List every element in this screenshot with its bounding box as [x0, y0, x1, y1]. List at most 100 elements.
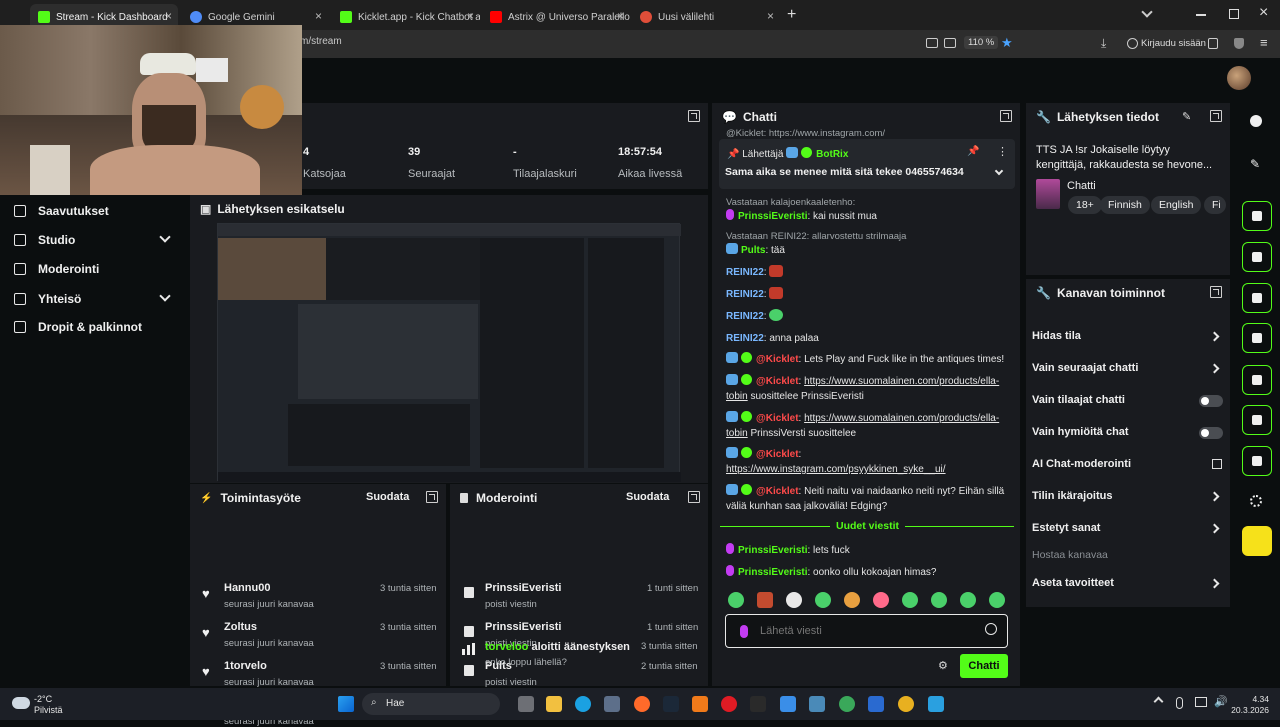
pinned-message[interactable]: 📌 Lähettäjä BotRix Sama aika se menee mi… — [719, 139, 1015, 189]
browser-tab[interactable]: Astrix @ Universo Paralello 2019 × — [482, 4, 630, 30]
paint-icon[interactable] — [780, 696, 796, 712]
unpin-icon[interactable]: 📌 — [967, 146, 979, 157]
rail-button-camera[interactable] — [1242, 201, 1272, 231]
network-icon[interactable] — [1195, 697, 1207, 707]
emote-icon[interactable] — [989, 592, 1005, 608]
emote-icon[interactable] — [873, 592, 889, 608]
chat-username[interactable]: PrinssiEveristi — [738, 545, 807, 556]
mic-icon[interactable] — [1176, 697, 1183, 709]
obs-icon[interactable] — [809, 696, 825, 712]
emote-icon[interactable] — [786, 592, 802, 608]
channel-action-item[interactable]: Hidas tila — [1032, 330, 1081, 342]
clock-time[interactable]: 4.34 — [1225, 694, 1269, 704]
emote-icon[interactable] — [902, 592, 918, 608]
chat-settings-icon[interactable]: ⚙ — [938, 659, 948, 672]
signin-button[interactable]: Kirjaudu sisään — [1141, 38, 1206, 49]
notepad-icon[interactable] — [928, 696, 944, 712]
rail-button-stack[interactable] — [1242, 405, 1272, 435]
nav-item-community[interactable]: Yhteisö — [14, 292, 81, 306]
screenshot-icon[interactable] — [926, 38, 938, 48]
app-icon[interactable] — [868, 696, 884, 712]
chat-username[interactable]: @Kicklet — [756, 376, 799, 387]
chat-input[interactable] — [760, 622, 975, 640]
external-link-icon[interactable] — [1212, 459, 1222, 469]
toggle-switch[interactable] — [1199, 427, 1223, 439]
tag-pill[interactable]: 18+ — [1068, 196, 1102, 214]
browser-tab[interactable]: Uusi välilehti × — [632, 4, 780, 30]
rail-button-broadcast[interactable] — [1242, 365, 1272, 395]
tag-pill[interactable]: Finnish — [1100, 196, 1150, 214]
channel-action-item[interactable]: Aseta tavoitteet — [1032, 577, 1114, 589]
emote-icon[interactable] — [757, 592, 773, 608]
poll-user[interactable]: torveloo — [485, 641, 528, 653]
activity-username[interactable]: Hannu00 — [224, 582, 270, 594]
close-icon[interactable]: × — [467, 9, 474, 23]
close-window-icon[interactable]: × — [1259, 4, 1268, 22]
firefox-icon[interactable] — [634, 696, 650, 712]
chat-username[interactable]: Pults — [741, 245, 765, 256]
chat-username[interactable]: REINI22 — [726, 333, 764, 344]
zoom-level[interactable]: 110 % — [964, 36, 999, 49]
activity-filter-button[interactable]: Suodata — [366, 491, 409, 503]
opera-icon[interactable] — [721, 696, 737, 712]
maximize-icon[interactable] — [1229, 9, 1239, 19]
steam-icon[interactable] — [663, 696, 679, 712]
browser-tab[interactable]: Kicklet.app - Kick Chatbot and ( × — [332, 4, 480, 30]
app-icon[interactable] — [839, 696, 855, 712]
moderation-username[interactable]: PrinssiEveristi — [485, 582, 561, 594]
shield-icon[interactable] — [1234, 38, 1244, 49]
menu-icon[interactable]: ≡ — [1260, 35, 1268, 50]
channel-action-item[interactable]: Estetyt sanat — [1032, 522, 1100, 534]
nav-item-drops[interactable]: Dropit & palkinnot — [14, 320, 142, 334]
nav-item-moderation[interactable]: Moderointi — [14, 262, 99, 276]
store-icon[interactable] — [604, 696, 620, 712]
channel-action-item[interactable]: Vain hymiöitä chat — [1032, 426, 1129, 438]
expand-icon[interactable] — [1210, 110, 1222, 122]
moderation-filter-button[interactable]: Suodata — [626, 491, 669, 503]
close-icon[interactable]: × — [315, 9, 322, 23]
edge-icon[interactable] — [575, 696, 591, 712]
activity-username[interactable]: 1torvelo — [224, 660, 267, 672]
channel-action-item[interactable]: Vain tilaajat chatti — [1032, 394, 1125, 406]
chat-username[interactable]: REINI22 — [726, 311, 764, 322]
channel-action-item[interactable]: AI Chat-moderointi — [1032, 458, 1131, 470]
close-icon[interactable]: × — [165, 9, 172, 23]
minimize-icon[interactable] — [1196, 14, 1206, 16]
chevron-down-icon[interactable] — [159, 290, 171, 302]
channel-action-item[interactable]: Tilin ikärajoitus — [1032, 490, 1113, 502]
more-icon[interactable]: ⋮ — [997, 145, 1008, 158]
url-field[interactable]: m/stream — [300, 36, 342, 47]
category-name[interactable]: Chatti — [1067, 180, 1096, 192]
chrome-icon[interactable] — [898, 696, 914, 712]
nav-item-achievements[interactable]: Saavutukset — [14, 204, 109, 218]
clock-date[interactable]: 20.3.2026 — [1223, 705, 1269, 715]
tag-pill[interactable]: Fi — [1204, 196, 1226, 214]
vlc-icon[interactable] — [692, 696, 708, 712]
chat-username[interactable]: @Kicklet — [756, 449, 799, 460]
emote-icon[interactable] — [960, 592, 976, 608]
edit-icon[interactable]: ✎ — [1250, 157, 1260, 171]
new-tab-button[interactable]: + — [787, 6, 796, 24]
close-icon[interactable]: × — [767, 9, 774, 23]
chat-username[interactable]: @Kicklet — [756, 486, 799, 497]
windows-start-icon[interactable] — [338, 696, 354, 712]
chevron-down-icon[interactable] — [994, 166, 1004, 176]
moderation-username[interactable]: PrinssiEveristi — [485, 621, 561, 633]
chat-username[interactable]: REINI22 — [726, 267, 764, 278]
nav-item-studio[interactable]: Studio — [14, 233, 75, 247]
chat-username[interactable]: PrinssiEveristi — [738, 211, 807, 222]
emote-icon[interactable] — [931, 592, 947, 608]
chat-username[interactable]: REINI22 — [726, 289, 764, 300]
taskbar-search[interactable]: ⌕ Hae — [362, 693, 500, 715]
chat-username[interactable]: @Kicklet — [756, 354, 799, 365]
expand-icon[interactable] — [688, 491, 700, 503]
apps-icon[interactable] — [1250, 495, 1262, 507]
chevron-down-icon[interactable] — [159, 231, 171, 243]
expand-icon[interactable] — [1000, 110, 1012, 122]
file-explorer-icon[interactable] — [546, 696, 562, 712]
emoji-icon[interactable] — [985, 623, 997, 635]
close-icon[interactable]: × — [617, 9, 624, 23]
info-icon[interactable] — [1250, 115, 1262, 127]
terminal-icon[interactable] — [750, 696, 766, 712]
emote-icon[interactable] — [844, 592, 860, 608]
